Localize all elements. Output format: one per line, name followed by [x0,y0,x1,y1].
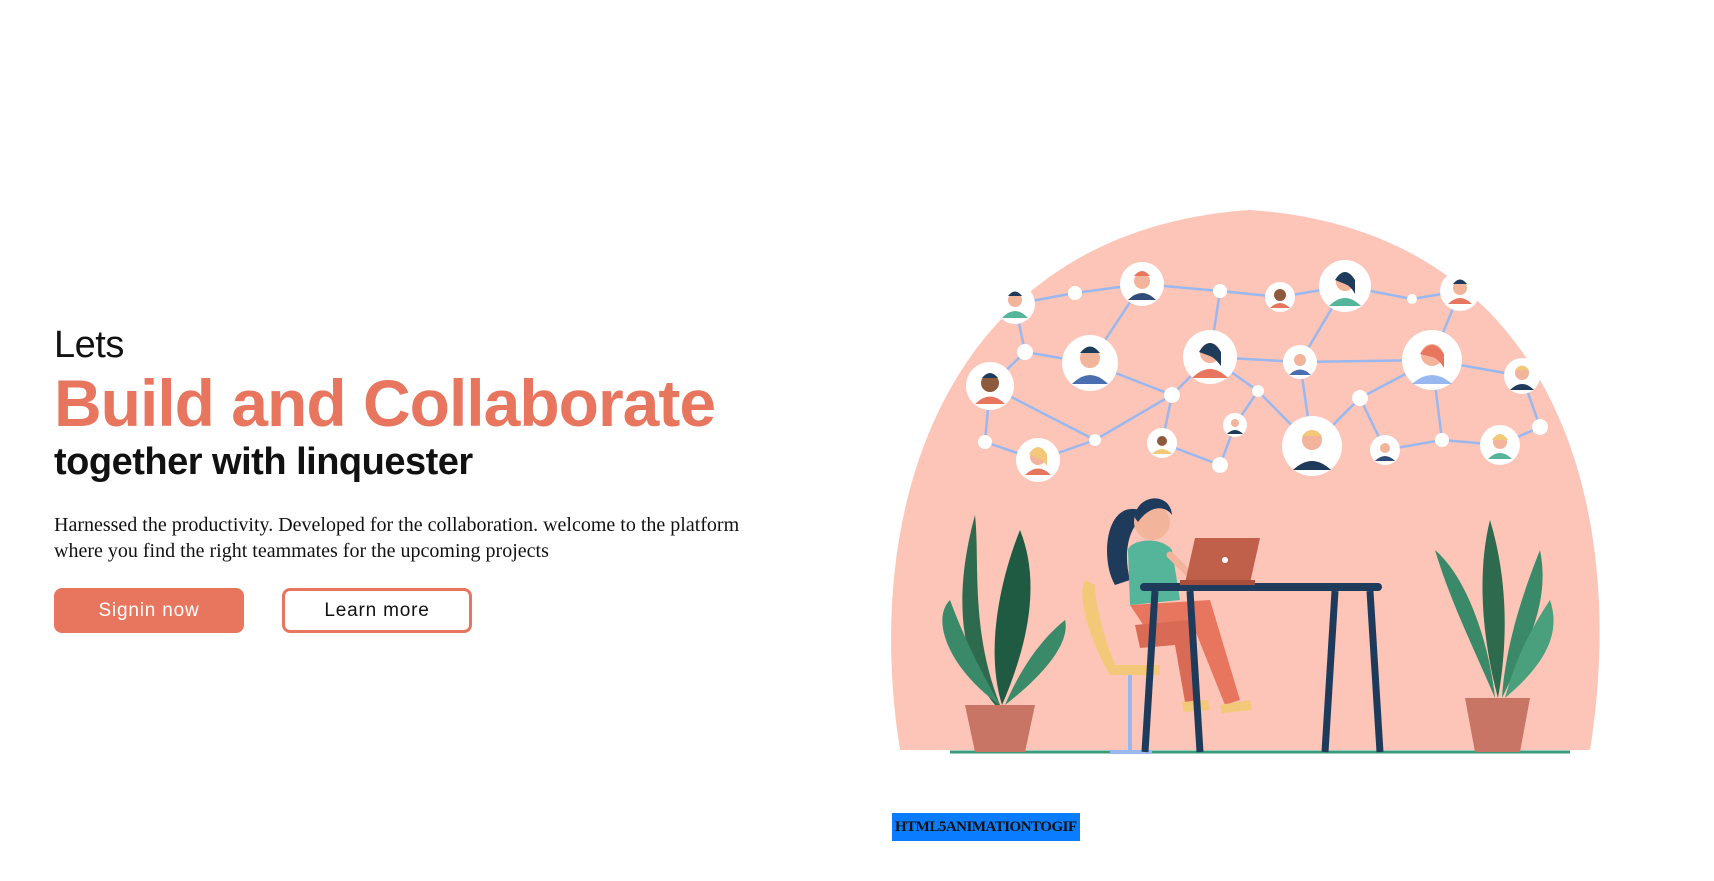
avatar-11 [966,362,1014,410]
avatar-4 [1319,260,1371,312]
hero-description: Harnessed the productivity. Developed fo… [54,514,740,562]
hero-heading-sub: together with linquester [54,441,473,483]
avatar-16 [1370,435,1400,465]
avatar-14 [1223,413,1247,437]
avatar-3 [1265,282,1295,312]
avatar-17 [1480,425,1520,465]
hero-heading-main: Build and Collaborate [54,366,716,440]
team-collaboration-illustration [891,210,1600,754]
avatar-15 [1282,416,1342,476]
hero-section: Lets Build and Collaborate together with… [54,322,774,633]
avatar-9 [1402,330,1462,390]
avatar-7 [1183,330,1237,384]
hero-buttons: Signin now Learn more [54,588,774,633]
avatar-12 [1016,438,1060,482]
avatar-1 [995,284,1035,324]
signin-button[interactable]: Signin now [54,588,244,633]
hero-heading-lets: Lets [54,324,124,366]
learn-more-button[interactable]: Learn more [282,588,472,633]
html5-animation-badge: HTML5ANIMATIONTOGIF [892,813,1080,841]
avatar-2 [1120,262,1164,306]
avatar-5 [1440,271,1480,311]
avatar-10 [1504,358,1540,394]
avatar-6 [1062,335,1118,391]
avatar-8 [1283,345,1317,379]
avatar-13 [1147,428,1177,458]
